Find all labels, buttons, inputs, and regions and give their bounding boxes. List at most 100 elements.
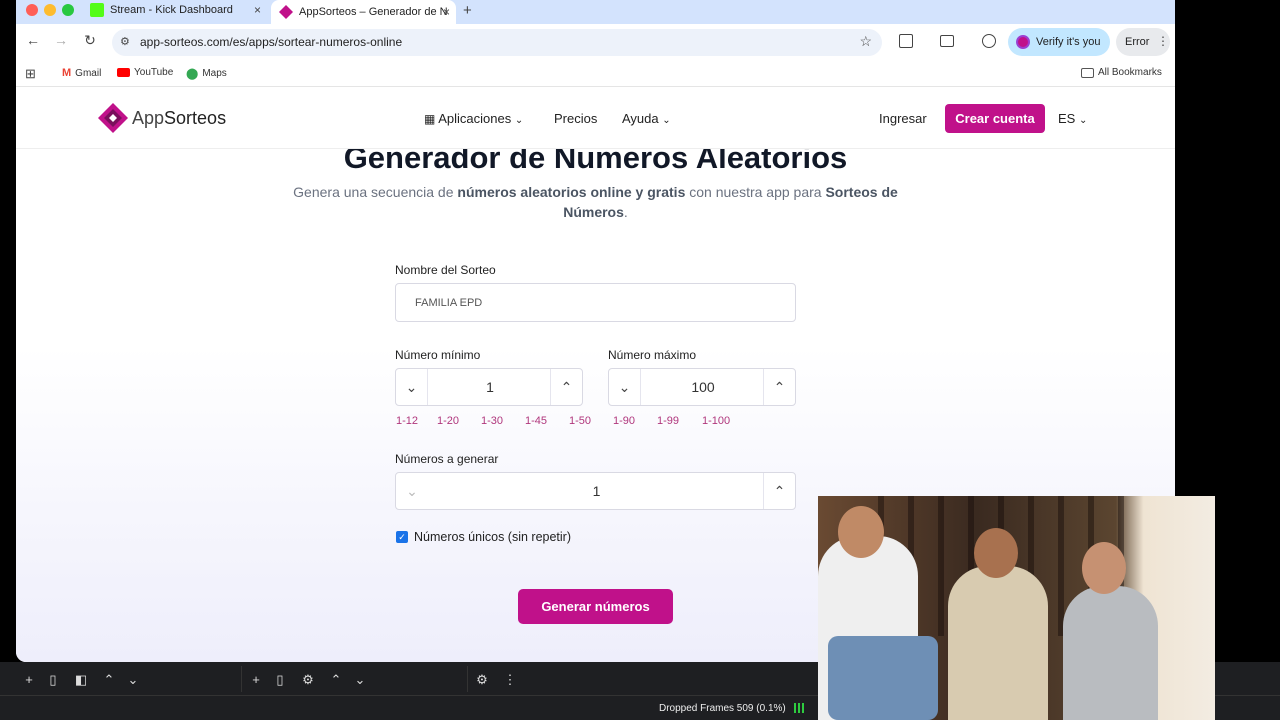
tab-close-icon[interactable]: × <box>443 5 450 19</box>
gear-icon[interactable]: ⚙ <box>300 672 316 688</box>
max-number-label: Número máximo <box>608 348 697 362</box>
site-header: App Sorteos ▦ Aplicaciones ⌄ Precios Ayud… <box>16 88 1175 149</box>
create-account-button[interactable]: Crear cuenta <box>945 104 1045 133</box>
count-value[interactable]: 1 <box>428 473 765 509</box>
grid-icon: ▦ <box>424 112 436 126</box>
site-info-icon[interactable]: ⚙ <box>120 35 130 48</box>
move-up-icon[interactable]: ⌃ <box>328 672 344 688</box>
appsorteos-logo-icon <box>98 103 128 133</box>
all-bookmarks-label: All Bookmarks <box>1098 67 1162 78</box>
decrement-min-button[interactable]: ⌄ <box>396 369 428 405</box>
raffle-name-input[interactable]: FAMILIA EPD <box>395 283 796 322</box>
preset-range[interactable]: 1-99 <box>657 415 679 427</box>
nav-precios[interactable]: Precios <box>554 111 597 126</box>
decrement-count-button[interactable]: ⌄ <box>396 473 428 509</box>
move-down-icon[interactable]: ⌄ <box>125 672 141 688</box>
bookmark-label: YouTube <box>134 67 174 78</box>
youtube-icon <box>117 68 130 77</box>
bookmarks-bar: ⊞ M Gmail YouTube ⬤ Maps All Bookmarks <box>16 61 1175 87</box>
maximize-window-button[interactable] <box>62 4 74 16</box>
preset-range[interactable]: 1-12 <box>396 415 418 427</box>
reload-icon[interactable]: ↻ <box>80 32 100 49</box>
dropped-frames-status: Dropped Frames 509 (0.1%) <box>659 703 786 714</box>
min-number-stepper[interactable]: ⌄ 1 ⌃ <box>395 368 583 406</box>
bookmark-maps[interactable]: ⬤ Maps <box>186 67 227 80</box>
chevron-down-icon: ⌄ <box>514 115 524 126</box>
preset-range[interactable]: 1-20 <box>437 415 459 427</box>
move-down-icon[interactable]: ⌄ <box>352 672 368 688</box>
increment-min-button[interactable]: ⌃ <box>550 369 582 405</box>
error-chip[interactable]: Error ⋮ <box>1116 28 1170 56</box>
tab-title: Stream - Kick Dashboard <box>110 3 233 16</box>
max-number-stepper[interactable]: ⌄ 100 ⌃ <box>608 368 796 406</box>
person-middle-head <box>974 528 1018 578</box>
bookmark-label: Maps <box>202 68 227 79</box>
tab-kick-dashboard[interactable]: Stream - Kick Dashboard × <box>82 0 267 19</box>
url-text: app-sorteos.com/es/apps/sortear-numeros-… <box>140 35 403 49</box>
generate-numbers-button[interactable]: Generar números <box>518 589 673 624</box>
preset-range[interactable]: 1-30 <box>481 415 503 427</box>
preset-range[interactable]: 1-45 <box>525 415 547 427</box>
unique-numbers-checkbox[interactable]: ✓ <box>396 531 408 543</box>
move-up-icon[interactable]: ⌃ <box>101 672 117 688</box>
login-link[interactable]: Ingresar <box>879 111 927 126</box>
nav-aplicaciones[interactable]: ▦ Aplicaciones ⌄ <box>424 111 523 126</box>
chevron-down-icon: ⌄ <box>662 115 671 126</box>
unique-numbers-label[interactable]: Números únicos (sin repetir) <box>414 530 571 544</box>
bookmark-star-icon[interactable]: ☆ <box>859 33 872 50</box>
tab-close-icon[interactable]: × <box>254 3 261 17</box>
bookmark-youtube[interactable]: YouTube <box>117 67 173 78</box>
decrement-max-button[interactable]: ⌄ <box>609 369 641 405</box>
minimize-window-button[interactable] <box>44 4 56 16</box>
wall-slat <box>938 496 944 636</box>
wall-slat <box>1058 496 1064 636</box>
preset-range[interactable]: 1-90 <box>613 415 635 427</box>
close-window-button[interactable] <box>26 4 38 16</box>
add-source-icon[interactable]: + <box>248 672 264 687</box>
tab-appsorteos[interactable]: AppSorteos – Generador de N × <box>271 0 456 24</box>
tab-search-icon[interactable] <box>940 35 954 47</box>
increment-count-button[interactable]: ⌃ <box>763 473 795 509</box>
all-bookmarks[interactable]: All Bookmarks <box>1081 67 1162 78</box>
preset-range[interactable]: 1-50 <box>569 415 591 427</box>
nav-label: Ayuda <box>622 111 659 126</box>
increment-max-button[interactable]: ⌃ <box>763 369 795 405</box>
forward-icon[interactable]: → <box>51 32 71 48</box>
sync-icon[interactable] <box>982 34 996 48</box>
filter-icon[interactable]: ◧ <box>73 672 89 688</box>
nav-label: Aplicaciones <box>438 111 512 126</box>
nav-ayuda[interactable]: Ayuda ⌄ <box>622 111 671 126</box>
back-icon[interactable]: ← <box>23 32 43 48</box>
trash-icon[interactable]: ▯ <box>45 672 61 688</box>
new-tab-button[interactable]: + <box>463 2 472 19</box>
language-selector[interactable]: ES ⌄ <box>1058 111 1087 126</box>
gmail-icon: M <box>62 67 72 79</box>
kick-favicon-icon <box>90 2 104 17</box>
apps-grid-icon[interactable]: ⊞ <box>25 66 36 82</box>
bookmark-gmail[interactable]: M Gmail <box>62 67 101 79</box>
menu-dots-icon[interactable]: ⋮ <box>502 672 518 688</box>
preset-range[interactable]: 1-100 <box>702 415 730 427</box>
max-number-value[interactable]: 100 <box>641 369 765 405</box>
min-number-label: Número mínimo <box>395 348 481 362</box>
profile-chip[interactable]: Verify it's you <box>1008 28 1110 56</box>
min-number-value[interactable]: 1 <box>428 369 552 405</box>
page-subtitle: Genera una secuencia de números aleatori… <box>293 184 898 220</box>
site-logo[interactable]: App Sorteos <box>98 103 226 133</box>
mixer-settings-icon[interactable]: ⚙ <box>474 672 490 688</box>
brand-app: App <box>132 107 165 128</box>
maps-pin-icon: ⬤ <box>186 68 199 80</box>
tab-title: AppSorteos – Generador de N <box>299 6 448 18</box>
add-scene-icon[interactable]: + <box>21 672 37 687</box>
menu-dots-icon[interactable]: ⋮ <box>1157 34 1169 48</box>
divider <box>241 666 242 692</box>
chevron-down-icon: ⌄ <box>1078 115 1088 126</box>
browser-toolbar: ← → ↻ ⚙ app-sorteos.com/es/apps/sortear-… <box>16 24 1175 61</box>
folder-icon <box>1081 67 1094 78</box>
count-stepper[interactable]: ⌄ 1 ⌃ <box>395 472 796 510</box>
extensions-icon[interactable] <box>899 34 913 48</box>
profile-label: Verify it's you <box>1036 36 1101 48</box>
trash-icon[interactable]: ▯ <box>272 672 288 688</box>
address-bar[interactable]: ⚙ app-sorteos.com/es/apps/sortear-numero… <box>112 29 882 56</box>
raffle-name-label: Nombre del Sorteo <box>395 263 496 277</box>
